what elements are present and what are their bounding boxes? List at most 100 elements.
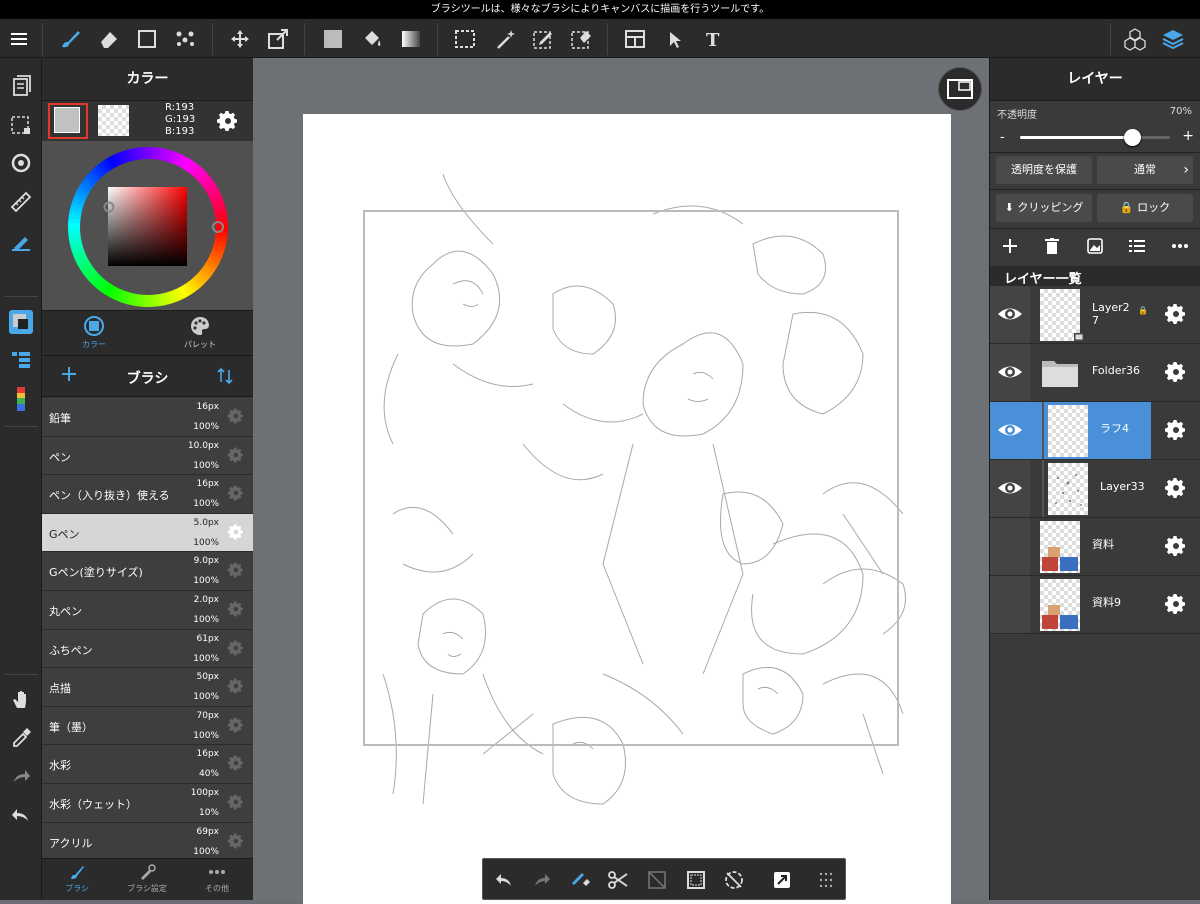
opacity-plus-button[interactable]: + <box>1182 128 1194 144</box>
brush-item[interactable]: 水彩 16px 40% <box>42 745 253 784</box>
background-swatch[interactable] <box>98 105 129 136</box>
brush-gear-icon[interactable] <box>227 832 245 850</box>
rotate-icon[interactable] <box>6 148 36 178</box>
layer-visibility-toggle[interactable] <box>990 460 1030 517</box>
layer-row[interactable]: Layer33 <box>990 460 1200 518</box>
brush-item[interactable]: 丸ペン 2.0px 100% <box>42 590 253 630</box>
menu-icon[interactable] <box>4 24 34 54</box>
redo-icon[interactable] <box>6 761 36 791</box>
quick-brush-eraser-icon[interactable] <box>566 866 594 894</box>
layer-row[interactable]: 資料 <box>990 518 1200 576</box>
brush-gear-icon[interactable] <box>227 561 245 579</box>
color-wheel[interactable] <box>42 141 253 311</box>
brush-item[interactable]: 水彩（ウェット） 100px 10% <box>42 783 253 823</box>
foreground-swatch[interactable] <box>48 103 88 139</box>
brush-gear-icon[interactable] <box>227 677 245 695</box>
brush-gear-icon[interactable] <box>227 446 245 464</box>
color-bar-icon[interactable] <box>6 384 36 414</box>
layer-settings-gear-icon[interactable] <box>1164 302 1188 326</box>
brush-gear-icon[interactable] <box>227 793 245 811</box>
layer-visibility-toggle[interactable] <box>990 344 1030 401</box>
layer-visibility-toggle[interactable] <box>990 286 1030 343</box>
layer-more-icon[interactable] <box>1171 238 1189 258</box>
magic-wand-icon[interactable] <box>490 24 520 54</box>
eraser-tool-icon[interactable] <box>93 24 123 54</box>
layer-visibility-toggle[interactable] <box>990 402 1030 459</box>
tab-brush-settings[interactable]: ブラシ設定 <box>112 863 182 894</box>
rotate-reset-icon[interactable] <box>720 866 748 894</box>
brush-item[interactable]: Gペン(塗りサイズ) 9.0px 100% <box>42 552 253 591</box>
blend-mode-button[interactable]: 通常 › <box>1097 156 1193 184</box>
operation-tool-icon[interactable] <box>660 24 690 54</box>
brush-gear-icon[interactable] <box>227 639 245 657</box>
deselect-icon[interactable] <box>643 866 671 894</box>
brush-item[interactable]: 鉛筆 16px 100% <box>42 398 253 437</box>
layer-settings-gear-icon[interactable] <box>1164 476 1188 500</box>
transform-tool-icon[interactable] <box>263 24 293 54</box>
eyedropper-icon[interactable] <box>6 723 36 753</box>
brush-tool-icon[interactable] <box>55 24 85 54</box>
brush-item[interactable]: 点描 50px 100% <box>42 668 253 707</box>
select-eraser-icon[interactable] <box>566 24 596 54</box>
select-pen-icon[interactable] <box>528 24 558 54</box>
lock-button[interactable]: 🔒 ロック <box>1097 194 1193 222</box>
brush-gear-icon[interactable] <box>227 523 245 541</box>
brush-item[interactable]: ふちペン 61px 100% <box>42 629 253 669</box>
hand-icon[interactable] <box>6 684 36 714</box>
brush-gear-icon[interactable] <box>227 754 245 772</box>
brush-list-icon[interactable] <box>6 345 36 375</box>
snap-pen-icon[interactable] <box>6 226 36 256</box>
navigator-icon[interactable] <box>938 67 982 111</box>
quick-undo-icon[interactable] <box>490 866 518 894</box>
page-icon[interactable] <box>6 71 36 101</box>
move-tool-icon[interactable] <box>225 24 255 54</box>
layer-image-icon[interactable] <box>1087 238 1103 258</box>
brush-item[interactable]: Gペン 5.0px 100% <box>42 513 253 553</box>
brush-item[interactable]: ペン 10.0px 100% <box>42 436 253 476</box>
protect-alpha-button[interactable]: 透明度を保護 <box>996 156 1092 184</box>
brush-item[interactable]: アクリル 69px 100% <box>42 822 253 858</box>
brush-gear-icon[interactable] <box>227 484 245 502</box>
tab-color[interactable]: カラー <box>42 315 146 357</box>
opacity-minus-button[interactable]: - <box>1000 130 1005 145</box>
sort-brush-icon[interactable] <box>217 367 233 389</box>
layer-row[interactable]: Folder36 <box>990 344 1200 402</box>
bucket-tool-icon[interactable] <box>357 24 387 54</box>
layer-row[interactable]: ラフ4 <box>990 402 1200 460</box>
brush-gear-icon[interactable] <box>227 716 245 734</box>
layer-row[interactable]: Layer2 7 🔒 <box>990 286 1200 344</box>
delete-layer-icon[interactable] <box>1045 238 1059 258</box>
layer-settings-gear-icon[interactable] <box>1164 592 1188 616</box>
undo-icon[interactable] <box>6 800 36 830</box>
layer-visibility-toggle[interactable] <box>990 576 1030 633</box>
layer-settings-gear-icon[interactable] <box>1164 360 1188 384</box>
brush-gear-icon[interactable] <box>227 600 245 618</box>
brush-item[interactable]: 筆（墨） 70px 100% <box>42 706 253 746</box>
transform-quick-icon[interactable] <box>768 866 796 894</box>
brush-gear-icon[interactable] <box>227 407 245 425</box>
layer-settings-gear-icon[interactable] <box>1164 418 1188 442</box>
selection-icon[interactable] <box>6 110 36 140</box>
tab-other[interactable]: その他 <box>182 863 252 894</box>
select-rect-icon[interactable] <box>450 24 480 54</box>
dot-tool-icon[interactable] <box>170 24 200 54</box>
opacity-slider-thumb[interactable] <box>1124 129 1141 146</box>
opacity-slider[interactable] <box>1020 129 1170 146</box>
ruler-icon[interactable] <box>6 187 36 217</box>
layer-list-icon[interactable] <box>1129 238 1145 258</box>
gradient-tool-icon[interactable] <box>396 24 426 54</box>
brush-item[interactable]: ペン（入り抜き）使える 16px 100% <box>42 475 253 514</box>
color-settings-gear-icon[interactable] <box>216 109 240 137</box>
tab-palette[interactable]: パレット <box>148 315 252 357</box>
layer-settings-gear-icon[interactable] <box>1164 534 1188 558</box>
select-all-icon[interactable] <box>682 866 710 894</box>
scissors-icon[interactable] <box>604 866 632 894</box>
clipping-button[interactable]: ⬇ クリッピング <box>996 194 1092 222</box>
text-tool-icon[interactable]: T <box>698 24 728 54</box>
shape-tool-icon[interactable] <box>132 24 162 54</box>
layer-visibility-toggle[interactable] <box>990 518 1030 575</box>
color-swatch-icon[interactable] <box>6 307 36 337</box>
materials-icon[interactable] <box>1120 24 1150 54</box>
add-brush-icon[interactable] <box>60 365 78 387</box>
layers-icon[interactable] <box>1158 24 1188 54</box>
